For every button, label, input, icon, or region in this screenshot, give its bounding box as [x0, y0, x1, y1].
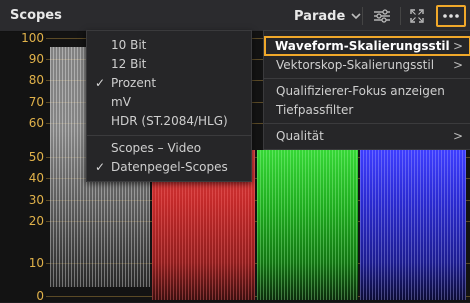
check-icon: ✓ — [95, 160, 106, 174]
menu-item-label: Qualifizierer-Fokus anzeigen — [276, 84, 445, 98]
menu-item-mv[interactable]: mV — [87, 93, 251, 113]
menu-item-hdr[interactable]: HDR (ST.2084/HLG) — [87, 112, 251, 132]
menu-divider — [264, 123, 470, 124]
scope-mode-label: Parade — [294, 8, 346, 24]
y-tick: 100 — [21, 31, 44, 45]
menu-item-10-bit[interactable]: 10 Bit — [87, 36, 251, 56]
y-tick: 80 — [28, 73, 44, 87]
menu-item-label: Prozent — [111, 76, 157, 90]
scopes-header: Scopes Parade — [0, 0, 470, 32]
menu-item-label: Qualität — [276, 129, 324, 143]
chevron-right-icon: > — [452, 58, 463, 72]
scale-options-menu: 10 Bit 12 Bit ✓ Prozent mV HDR (ST.2084/… — [86, 30, 252, 182]
menu-item-label: 10 Bit — [111, 38, 147, 52]
check-icon: ✓ — [95, 76, 106, 90]
menu-item-label: Scopes – Video — [111, 141, 202, 155]
blue-channel-trace — [360, 150, 466, 300]
y-tick: 30 — [28, 193, 44, 207]
y-tick: 60 — [28, 116, 44, 130]
more-options-button[interactable] — [436, 5, 466, 27]
menu-item-12-bit[interactable]: 12 Bit — [87, 55, 251, 75]
chevron-right-icon: > — [452, 129, 463, 143]
menu-item-prozent[interactable]: ✓ Prozent — [87, 74, 251, 94]
y-tick: 50 — [28, 150, 44, 164]
chevron-down-icon — [351, 13, 361, 20]
menu-item-label: Tiefpassfilter — [276, 103, 354, 117]
settings-button[interactable] — [369, 5, 395, 27]
menu-item-scopes-video[interactable]: Scopes – Video — [87, 139, 251, 159]
y-tick: 40 — [28, 171, 44, 185]
chevron-right-icon: > — [452, 39, 463, 53]
menu-item-lowpass-filter[interactable]: Tiefpassfilter — [264, 100, 470, 120]
panel-title: Scopes — [10, 8, 62, 23]
expand-icon — [410, 9, 424, 23]
menu-item-label: Waveform-Skalierungsstil — [275, 39, 450, 53]
more-icon — [443, 14, 459, 18]
y-tick: 0 — [36, 289, 44, 303]
scope-mode-dropdown[interactable]: Parade — [294, 6, 361, 26]
menu-item-quality[interactable]: Qualität > — [264, 126, 470, 146]
menu-item-datenpegel-scopes[interactable]: ✓ Datenpegel-Scopes — [87, 158, 251, 178]
y-tick: 90 — [28, 52, 44, 66]
menu-divider — [264, 78, 470, 79]
menu-item-label: 12 Bit — [111, 57, 147, 71]
header-separator — [400, 7, 401, 25]
menu-item-label: Vektorskop-Skalierungsstil — [276, 58, 435, 72]
y-tick: 10 — [28, 256, 44, 270]
menu-item-vectorscope-scaling-style[interactable]: Vektorskop-Skalierungsstil > — [264, 55, 470, 75]
expand-button[interactable] — [404, 5, 430, 27]
y-tick: 20 — [28, 214, 44, 228]
sliders-icon — [374, 9, 390, 23]
menu-item-show-qualifier-focus[interactable]: Qualifizierer-Fokus anzeigen — [264, 81, 470, 101]
menu-item-waveform-scaling-style[interactable]: Waveform-Skalierungsstil > — [264, 36, 470, 56]
scope-options-menu: Waveform-Skalierungsstil > Vektorskop-Sk… — [263, 30, 470, 150]
menu-item-label: Datenpegel-Scopes — [111, 160, 228, 174]
header-separator — [362, 7, 363, 25]
green-channel-trace — [257, 150, 358, 300]
y-tick: 70 — [28, 95, 44, 109]
menu-item-label: HDR (ST.2084/HLG) — [111, 114, 228, 128]
menu-divider — [87, 135, 251, 136]
menu-item-label: mV — [111, 95, 131, 109]
